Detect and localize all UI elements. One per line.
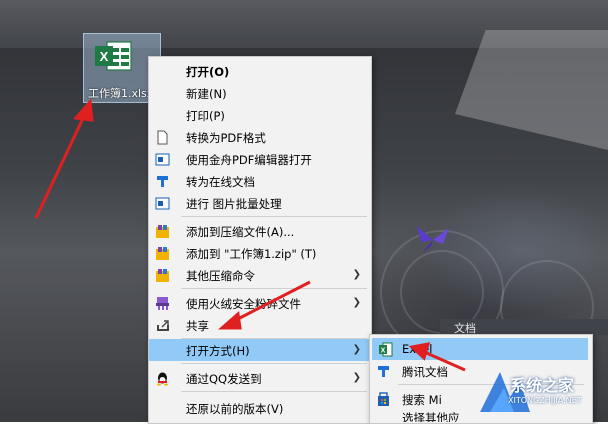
menu-item-label: 添加到压缩文件(A)... xyxy=(186,225,295,239)
menu-item-label: 使用金舟PDF编辑器打开 xyxy=(186,153,312,167)
excel-icon: X xyxy=(379,342,393,357)
menu-separator xyxy=(181,363,367,364)
menu-item-restore-versions[interactable]: 还原以前的版本(V) xyxy=(149,397,371,419)
menu-item-label: 打开方式(H) xyxy=(186,344,250,358)
menu-item-label: 其他压缩命令 xyxy=(186,269,255,283)
menu-separator xyxy=(181,391,367,392)
menu-item-pdf-editor[interactable]: 使用金舟PDF编辑器打开 xyxy=(149,148,371,170)
menu-item-send-qq[interactable]: 通过QQ发送到 ❯ xyxy=(149,367,371,389)
menu-item-image-batch[interactable]: 进行 图片批量处理 xyxy=(149,192,371,214)
menu-item-convert-pdf[interactable]: 转换为PDF格式 xyxy=(149,126,371,148)
watermark-url: XITONGZHIJIA.NET xyxy=(508,396,582,405)
menu-separator xyxy=(181,288,367,289)
chevron-right-icon: ❯ xyxy=(352,344,361,355)
menu-item-label: 转换为PDF格式 xyxy=(186,131,266,145)
menu-item-label: 通过QQ发送到 xyxy=(186,372,262,386)
menu-item-open-with[interactable]: 打开方式(H) ❯ xyxy=(149,339,371,361)
menu-item-add-zip[interactable]: 添加到 "工作簿1.zip" (T) xyxy=(149,242,371,264)
menu-item-online-doc[interactable]: 转为在线文档 xyxy=(149,170,371,192)
menu-item-other-compress[interactable]: 其他压缩命令 ❯ xyxy=(149,264,371,286)
menu-item-label: 打开(O) xyxy=(186,65,230,79)
tencent-docs-icon xyxy=(157,176,168,187)
menu-item-label: 使用火绒安全粉碎文件 xyxy=(186,297,301,311)
submenu-item-label: 选择其他应 xyxy=(402,411,460,422)
excel-file-icon[interactable]: X xyxy=(93,40,135,72)
chevron-right-icon: ❯ xyxy=(352,269,361,280)
shredder-icon xyxy=(156,297,169,310)
menu-item-label: 转为在线文档 xyxy=(186,175,255,189)
submenu-item-label: 腾讯文档 xyxy=(402,365,448,379)
document-icon xyxy=(157,130,168,145)
butterfly-icon xyxy=(417,226,449,252)
menu-item-label: 新建(N) xyxy=(186,87,227,101)
menu-item-shred[interactable]: 使用火绒安全粉碎文件 ❯ xyxy=(149,292,371,314)
pdf-editor-icon xyxy=(155,153,170,166)
menu-item-print[interactable]: 打印(P) xyxy=(149,104,371,126)
archive-icon xyxy=(156,247,169,260)
submenu-item-label: Excel xyxy=(402,342,433,356)
store-icon xyxy=(378,392,389,406)
submenu-item-excel[interactable]: X Excel xyxy=(372,338,588,360)
archive-icon xyxy=(156,269,169,282)
menu-item-share[interactable]: 共享 xyxy=(149,314,371,336)
submenu-item-label: 搜索 Mi xyxy=(402,393,442,407)
chevron-right-icon: ❯ xyxy=(352,297,361,308)
chevron-right-icon: ❯ xyxy=(352,372,361,383)
menu-item-open[interactable]: 打开(O) xyxy=(149,60,371,82)
archive-icon xyxy=(156,225,169,238)
menu-item-label: 添加到 "工作簿1.zip" (T) xyxy=(186,247,317,261)
svg-text:X: X xyxy=(381,348,386,355)
image-batch-icon xyxy=(155,197,170,210)
menu-separator xyxy=(181,216,367,217)
context-menu: 打开(O) 新建(N) 打印(P) 转换为PDF格式 使用金舟PDF编辑器打开 … xyxy=(148,56,372,424)
file-name-label[interactable]: 工作簿1.xlsx xyxy=(88,85,153,101)
menu-item-label: 进行 图片批量处理 xyxy=(186,197,282,211)
watermark-title: 系统之家 xyxy=(510,376,575,395)
menu-item-new[interactable]: 新建(N) xyxy=(149,82,371,104)
menu-item-label: 打印(P) xyxy=(186,109,225,123)
menu-item-add-archive[interactable]: 添加到压缩文件(A)... xyxy=(149,220,371,242)
svg-text:X: X xyxy=(100,49,109,64)
share-icon xyxy=(157,320,169,331)
menu-item-label: 共享 xyxy=(186,319,209,333)
tencent-docs-icon xyxy=(378,366,389,377)
qq-icon xyxy=(157,372,168,386)
menu-item-label: 还原以前的版本(V) xyxy=(186,402,284,416)
